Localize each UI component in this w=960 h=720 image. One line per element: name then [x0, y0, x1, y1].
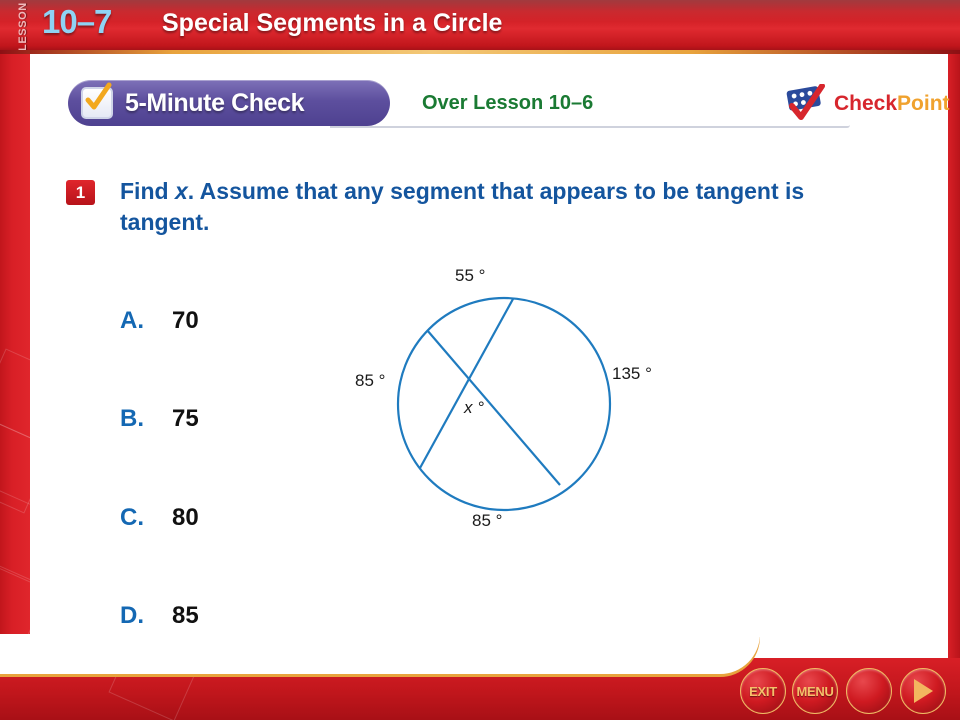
angle-label-x: x °: [464, 398, 485, 417]
answer-choice-d[interactable]: D. 85: [120, 602, 199, 630]
answer-choice-c-value: 80: [172, 504, 199, 531]
five-minute-check-banner: 5-Minute Check: [68, 80, 390, 126]
slide-header: LESSON 10–7 Special Segments in a Circle: [0, 0, 960, 52]
circle-diagram-svg: [396, 296, 612, 512]
exit-button-label: EXIT: [749, 683, 777, 699]
answer-choice-c-letter: C.: [120, 504, 144, 531]
circle-with-intersecting-chords: 55 ° 135 ° 85 ° 85 ° x °: [330, 258, 690, 558]
lesson-number: 10–7: [42, 3, 112, 40]
answer-choice-d-value: 85: [172, 602, 199, 629]
answer-choice-a-value: 70: [172, 307, 199, 334]
lesson-tag: LESSON: [17, 2, 29, 52]
checkpoint-word-point: Point: [897, 92, 950, 115]
left-frame-decoration: [0, 0, 30, 720]
over-lesson-label: Over Lesson 10–6: [422, 92, 594, 114]
arc-label-right: 135 °: [612, 364, 652, 383]
question-text-lead: Find: [120, 178, 175, 204]
answer-choice-a-letter: A.: [120, 307, 144, 334]
arc-label-left: 85 °: [355, 371, 386, 390]
menu-button-label: MENU: [796, 683, 834, 699]
checkpoint-word-check: Check: [834, 92, 898, 115]
question-text: Find x. Assume that any segment that app…: [120, 176, 880, 238]
page-title: Special Segments in a Circle: [162, 9, 503, 37]
five-minute-check-label: 5-Minute Check: [125, 88, 305, 117]
answer-choice-c[interactable]: C. 80: [120, 504, 199, 532]
slide-root: LESSON 10–7 Special Segments in a Circle…: [0, 0, 960, 720]
arc-label-top: 55 °: [455, 266, 486, 285]
answer-choice-d-letter: D.: [120, 602, 144, 629]
menu-button[interactable]: MENU: [792, 668, 838, 714]
checkpoint-grid-icon: [786, 83, 832, 124]
answer-choice-a[interactable]: A. 70: [120, 307, 199, 335]
next-slide-button[interactable]: [900, 668, 946, 714]
answer-choice-b-letter: B.: [120, 405, 144, 432]
question-text-rest: . Assume that any segment that appears t…: [120, 178, 805, 235]
question-variable: x: [174, 178, 188, 204]
arc-label-bottom: 85 °: [472, 511, 503, 530]
bottom-white-curve: [0, 634, 760, 674]
previous-slide-button[interactable]: [846, 668, 892, 714]
checkpoint-wordmark: CheckPoint: [834, 92, 950, 116]
answer-choice-b[interactable]: B. 75: [120, 405, 199, 433]
exit-button[interactable]: EXIT: [740, 668, 786, 714]
checkbox-check-icon: [81, 82, 113, 119]
answer-choice-b-value: 75: [172, 405, 199, 432]
checkpoint-logo: CheckPoint: [786, 83, 950, 124]
triangle-right-icon: [913, 679, 933, 703]
question-number-badge: 1: [66, 180, 95, 205]
right-frame-decoration: [948, 0, 960, 720]
header-gold-rule: [0, 50, 960, 54]
